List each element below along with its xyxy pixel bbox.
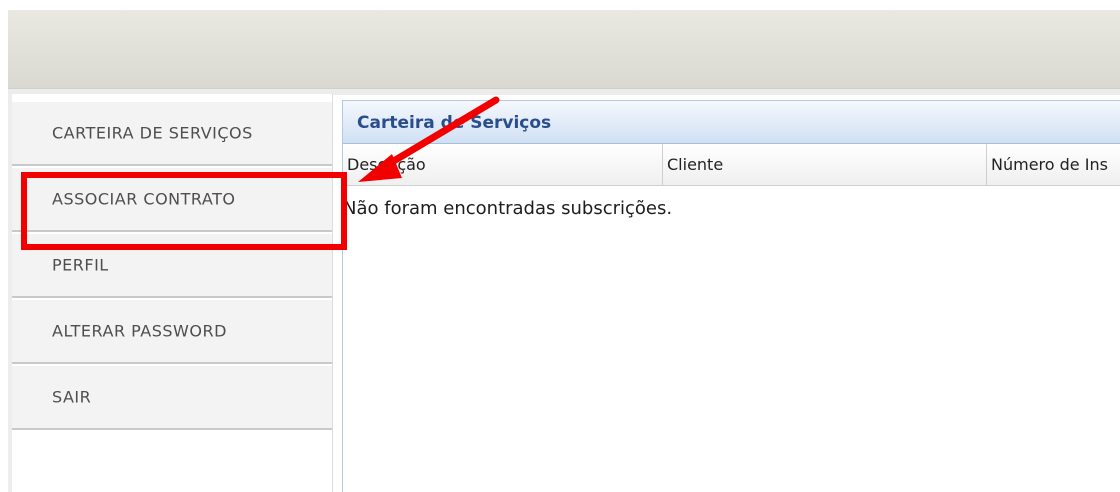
sidebar-item-label: ALTERAR PASSWORD — [52, 321, 227, 341]
top-banner — [8, 10, 1120, 88]
sidebar-item-alterar-password[interactable]: ALTERAR PASSWORD — [8, 300, 332, 364]
panel-title: Carteira de Serviços — [357, 113, 552, 133]
panel-header: Carteira de Serviços — [343, 100, 1120, 144]
sidebar-item-label: ASSOCIAR CONTRATO — [52, 189, 236, 209]
sidebar-item-perfil[interactable]: PERFIL — [8, 234, 332, 298]
sidebar-item-carteira-de-servicos[interactable]: CARTEIRA DE SERVIÇOS — [8, 102, 332, 166]
column-header-cliente[interactable]: Cliente — [663, 144, 987, 186]
sidebar-edge — [8, 94, 12, 492]
sidebar-item-sair[interactable]: SAIR — [8, 366, 332, 430]
sidebar-menu: CARTEIRA DE SERVIÇOS ASSOCIAR CONTRATO P… — [8, 94, 333, 492]
empty-table-message: Não foram encontradas subscrições. — [343, 198, 673, 219]
column-header-descricao[interactable]: Descrição — [343, 144, 663, 186]
sidebar-item-label: PERFIL — [52, 255, 109, 275]
sidebar-item-label: CARTEIRA DE SERVIÇOS — [52, 123, 253, 143]
main-panel: Carteira de Serviços Descrição Cliente N… — [342, 100, 1120, 492]
sidebar-item-label: SAIR — [52, 387, 92, 407]
sidebar-item-associar-contrato[interactable]: ASSOCIAR CONTRATO — [8, 168, 332, 232]
table-header: Descrição Cliente Número de Ins — [343, 144, 1120, 186]
column-header-numero[interactable]: Número de Ins — [987, 144, 1120, 186]
